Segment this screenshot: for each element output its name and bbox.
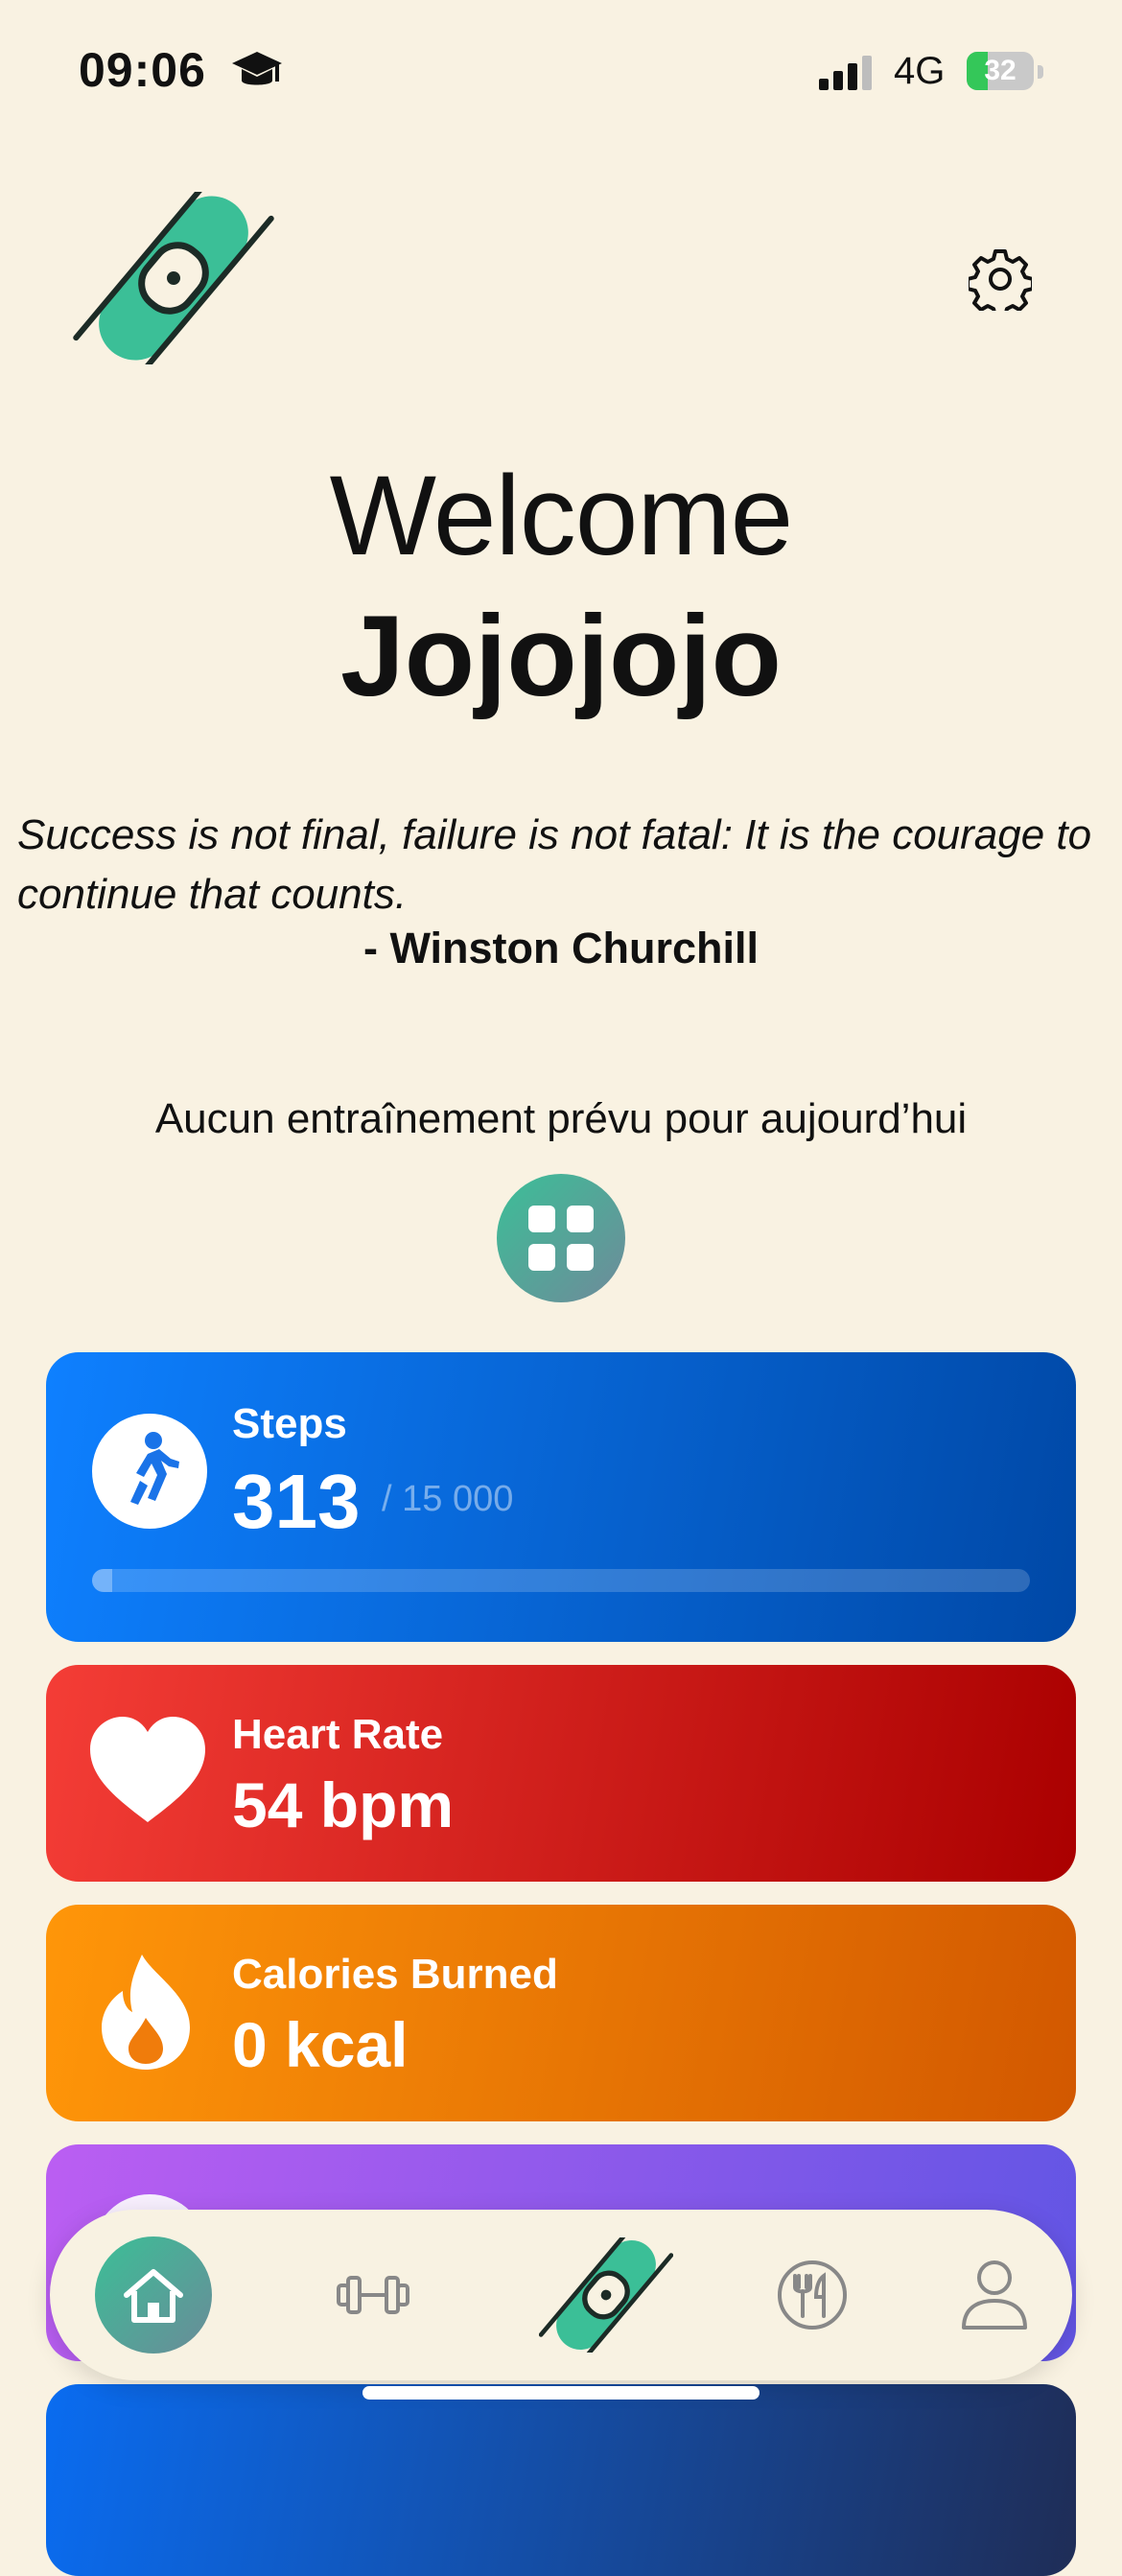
steps-goal: / 15 000 [382, 1479, 514, 1519]
quote-author: - Winston Churchill [362, 924, 760, 972]
home-icon [124, 2269, 183, 2323]
heart-rate-value: 54 bpm [232, 1769, 455, 1840]
widgets-grid-button[interactable] [497, 1174, 625, 1302]
person-icon [962, 2260, 1027, 2330]
tab-center[interactable] [510, 2210, 702, 2380]
quote-text: Success is not final, failure is not fat… [17, 811, 1092, 918]
steps-card[interactable]: Steps 313 / 15 000 [46, 1352, 1076, 1642]
tab-bar [50, 2210, 1072, 2380]
app-logo-icon [73, 192, 274, 364]
app-logo-icon [539, 2237, 673, 2353]
grid-icon-square [567, 1206, 594, 1232]
steps-label: Steps [232, 1400, 347, 1447]
fork-knife-icon [778, 2260, 847, 2330]
grid-icon [528, 1206, 555, 1232]
steps-value: 313 [232, 1459, 361, 1544]
grid-icon-square [528, 1244, 555, 1271]
heart-rate-label: Heart Rate [232, 1711, 444, 1758]
tab-profile[interactable] [942, 2210, 1047, 2380]
no-training-message: Aucun entraînement prévu pour aujourd’hu… [154, 1095, 968, 1142]
tab-workout[interactable] [311, 2210, 435, 2380]
walking-person-icon [92, 1414, 207, 1529]
calories-value: 0 kcal [232, 2009, 409, 2080]
tab-nutrition[interactable] [760, 2210, 865, 2380]
dumbbell-icon [337, 2276, 409, 2314]
cellular-signal-icon [819, 56, 872, 90]
network-type: 4G [894, 50, 946, 92]
tab-home[interactable] [94, 2210, 213, 2380]
steps-progress-bar [92, 1569, 1030, 1592]
grid-icon-square [567, 1244, 594, 1271]
calories-card[interactable]: Calories Burned 0 kcal [46, 1905, 1076, 2121]
home-tab-bg [95, 2236, 212, 2354]
flame-icon [102, 1955, 190, 2070]
heart-rate-card[interactable]: Heart Rate 54 bpm [46, 1665, 1076, 1882]
home-indicator [362, 2386, 760, 2400]
graduation-cap-icon [232, 52, 282, 85]
status-time: 09:06 [79, 43, 206, 97]
heart-icon [90, 1717, 205, 1822]
battery-level: 32 [984, 55, 1017, 86]
steps-progress-fill [92, 1569, 112, 1592]
user-name: Jojojojo [340, 592, 782, 720]
calories-label: Calories Burned [232, 1951, 558, 1998]
battery-cap [1038, 65, 1043, 79]
status-bar: 09:06 4G 32 [0, 0, 1122, 144]
metric-card[interactable] [46, 2384, 1076, 2576]
welcome-heading: Welcome [329, 453, 794, 579]
settings-gear-icon[interactable] [969, 247, 1032, 311]
battery-icon: 32 [967, 52, 1034, 90]
